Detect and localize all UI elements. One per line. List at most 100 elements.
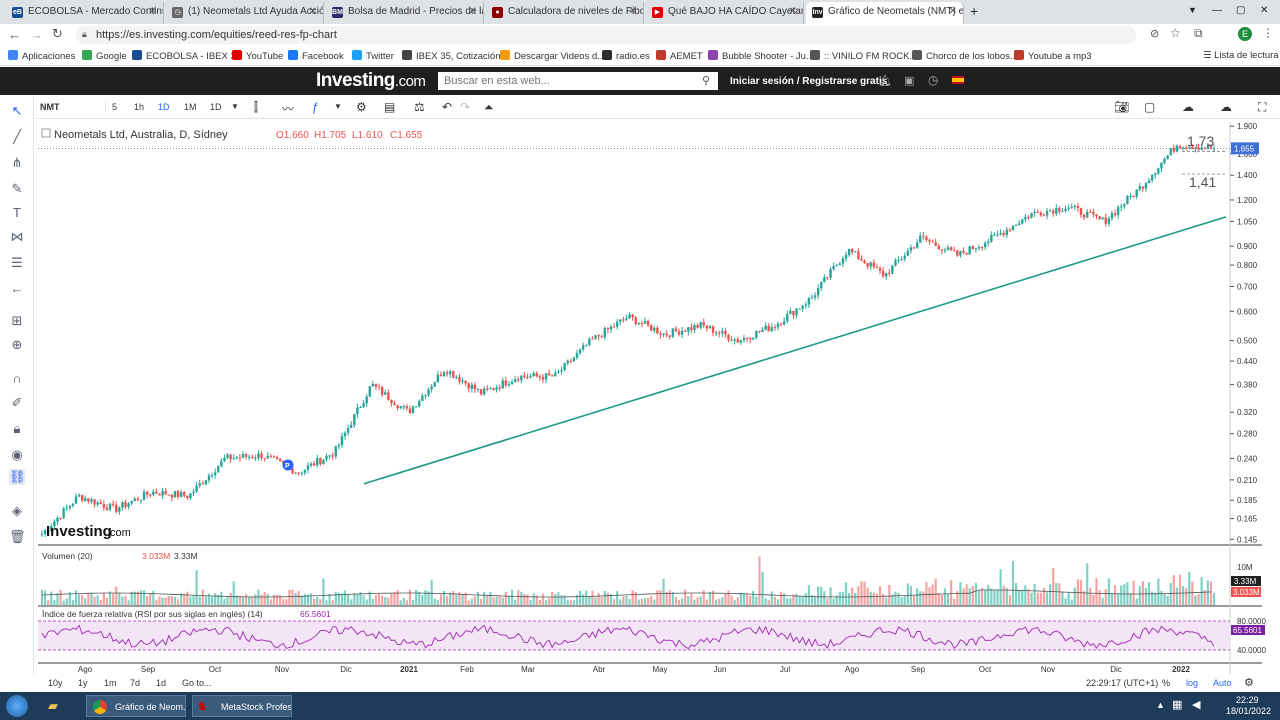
auto-toggle[interactable]: Auto xyxy=(1213,678,1232,688)
candle-body xyxy=(857,251,860,260)
volume-bar xyxy=(210,596,214,605)
candle-body xyxy=(597,335,600,337)
volume-bar xyxy=(272,594,276,605)
candle-body xyxy=(838,263,842,266)
volume-bar xyxy=(823,591,826,605)
volume-bar xyxy=(1141,581,1144,605)
candle-body xyxy=(1024,216,1027,220)
taskbar-item-chrome[interactable]: Gráfico de Neom... xyxy=(86,695,186,717)
event-marker-label: P xyxy=(285,463,290,470)
candle-body xyxy=(956,250,959,256)
chart-clock: 22:29:17 (UTC+1) xyxy=(1086,678,1159,688)
volume-bar xyxy=(198,596,201,605)
volume-bar xyxy=(377,593,381,605)
candle-body xyxy=(829,269,832,278)
candle-body xyxy=(325,455,328,460)
tray-arrow-icon[interactable]: ▲ xyxy=(1156,700,1165,710)
candle-body xyxy=(563,363,566,371)
folder-icon[interactable]: ▰ xyxy=(48,698,58,714)
candle-body xyxy=(813,295,817,298)
time-tick-label: May xyxy=(652,665,667,674)
candle-body xyxy=(62,508,65,519)
range-button[interactable]: 10y xyxy=(48,678,63,688)
volume-bar xyxy=(452,590,455,605)
candle-body xyxy=(878,267,882,271)
range-button[interactable]: 1y xyxy=(78,678,88,688)
candle-body xyxy=(331,455,334,457)
goto-button[interactable]: Go to... xyxy=(182,678,212,688)
taskbar-item-metastock[interactable]: ♞ MetaStock Profes... xyxy=(192,695,292,717)
volume-bar xyxy=(594,597,597,605)
investing-watermark-suffix: .com xyxy=(107,527,131,539)
candle-body xyxy=(371,384,375,387)
range-button[interactable]: 7d xyxy=(130,678,140,688)
candle-body xyxy=(755,330,758,338)
volume-bar xyxy=(1002,585,1005,605)
log-toggle[interactable]: log xyxy=(1186,678,1198,688)
volume-bar xyxy=(990,588,993,605)
volume-bar xyxy=(164,597,167,605)
volume-bar xyxy=(628,598,631,605)
volume-icon[interactable]: ◀︎ xyxy=(1192,698,1200,711)
main-pane[interactable] xyxy=(38,122,1230,545)
chart-settings-icon[interactable]: ⚙ xyxy=(1244,676,1254,689)
volume-ma-label: 3.33M xyxy=(1234,577,1257,586)
candle-body xyxy=(959,251,962,256)
candle-body xyxy=(1061,211,1064,213)
candle-body xyxy=(96,502,99,505)
volume-bar xyxy=(585,590,588,605)
candle-body xyxy=(1169,148,1172,156)
candle-body xyxy=(479,389,483,395)
candle-body xyxy=(476,389,480,391)
volume-bar xyxy=(433,598,436,605)
volume-bar xyxy=(220,591,223,605)
price-chart[interactable]: 1.9001.6001.4001.2001.0500.9000.8000.700… xyxy=(0,0,1280,720)
candle-body xyxy=(387,392,390,400)
taskbar-date: 18/01/2022 xyxy=(1226,706,1272,716)
volume-bar xyxy=(773,596,776,605)
candle-body xyxy=(232,458,235,460)
candle-body xyxy=(764,325,767,330)
candle-body xyxy=(198,483,201,486)
volume-bar xyxy=(882,593,885,605)
candle-body xyxy=(776,323,780,328)
price-tick-label: 0.320 xyxy=(1237,408,1258,417)
time-tick-label: Oct xyxy=(209,665,222,674)
network-icon[interactable]: ▦ xyxy=(1172,698,1182,711)
start-button-icon[interactable] xyxy=(6,695,28,717)
volume-bar xyxy=(139,590,143,605)
volume-bar xyxy=(445,596,449,605)
volume-bar xyxy=(1092,594,1095,605)
candle-body xyxy=(359,406,362,408)
volume-bar xyxy=(439,594,443,605)
candle-body xyxy=(1048,210,1052,212)
volume-bar xyxy=(59,589,62,605)
candle-body xyxy=(980,247,984,249)
volume-bar xyxy=(538,599,541,605)
volume-bar xyxy=(943,588,947,605)
volume-bar xyxy=(622,596,625,605)
candle-body xyxy=(656,327,659,334)
candle-body xyxy=(566,360,569,364)
volume-bar xyxy=(582,594,585,605)
range-button[interactable]: 1m xyxy=(104,678,117,688)
volume-bar xyxy=(158,596,161,605)
volume-bar xyxy=(501,597,504,605)
range-button[interactable]: 1d xyxy=(156,678,166,688)
candle-body xyxy=(1055,208,1058,214)
volume-bar xyxy=(313,598,316,605)
candle-body xyxy=(442,372,446,377)
candle-body xyxy=(220,460,223,467)
candle-body xyxy=(1058,208,1061,212)
candle-body xyxy=(909,247,913,251)
candle-body xyxy=(312,463,316,466)
volume-bar xyxy=(189,596,192,605)
volume-bar xyxy=(1206,580,1209,605)
candle-body xyxy=(238,457,242,459)
candle-body xyxy=(987,241,990,244)
candle-body xyxy=(102,504,106,508)
percent-toggle[interactable]: % xyxy=(1162,678,1170,688)
volume-bar xyxy=(851,587,854,605)
candle-body xyxy=(439,374,443,377)
volume-bar xyxy=(699,596,702,605)
